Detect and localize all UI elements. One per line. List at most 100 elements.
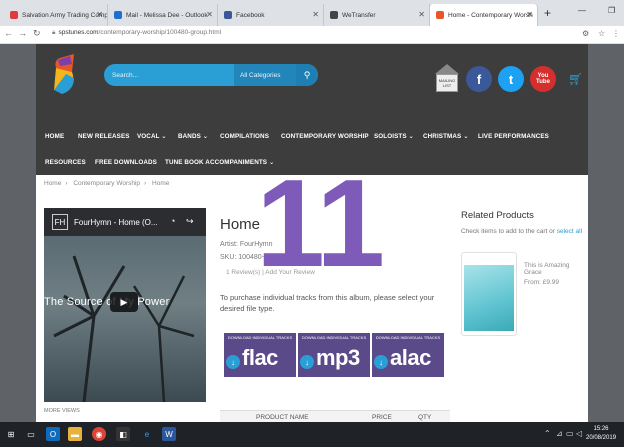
nav-soloists[interactable]: SOLOISTS ⌄ (374, 133, 414, 140)
category-select[interactable]: All Categories (234, 64, 296, 86)
download-label: DOWNLOAD INDIVIDUAL TRACKS (301, 335, 367, 340)
nav-contemporary-worship[interactable]: CONTEMPORARY WORSHIP (281, 133, 369, 140)
select-all-link[interactable]: select all (557, 228, 582, 235)
new-tab-button[interactable]: + (544, 6, 551, 20)
chevron-down-icon: ⌄ (408, 133, 414, 140)
salvation-army-favicon-icon (10, 11, 18, 19)
video-player[interactable]: FH FourHymn - Home (O... ◔ ↪ The Source … (44, 208, 206, 402)
tab-label: Facebook (236, 11, 265, 19)
share-icon[interactable]: ↪ (186, 216, 194, 227)
download-arrow-icon: ↓ (226, 355, 240, 369)
channel-logo[interactable]: FH (52, 214, 68, 230)
minimize-icon[interactable]: — (578, 6, 586, 15)
video-title[interactable]: FourHymn - Home (O... (74, 218, 158, 227)
back-icon[interactable]: ← (4, 28, 13, 38)
search-bar: All Categories ⚲ (104, 64, 318, 86)
volume-icon[interactable]: ◁ (576, 429, 582, 438)
windows-start-icon[interactable]: ⊞ (4, 427, 18, 441)
close-icon[interactable]: ✕ (526, 10, 533, 19)
close-icon[interactable]: ✕ (312, 10, 319, 19)
close-icon[interactable]: ✕ (96, 10, 103, 19)
chevron-down-icon: ⌄ (463, 133, 469, 140)
download-label: DOWNLOAD INDIVIDUAL TRACKS (227, 335, 293, 340)
outlook-app-icon[interactable]: O (46, 427, 60, 441)
breadcrumb-contemporary-worship[interactable]: Contemporary Worship (73, 180, 140, 187)
format-label: mp3 (316, 345, 360, 370)
nav-bands-label: BANDS (178, 133, 201, 140)
tab-label: Salvation Army Trading Comp (22, 11, 108, 19)
close-icon[interactable]: ✕ (418, 10, 425, 19)
file-explorer-icon[interactable]: ▬ (68, 427, 82, 441)
facebook-icon[interactable]: f (466, 66, 492, 92)
reload-icon[interactable]: ↻ (33, 28, 41, 39)
breadcrumb-current: Home (152, 180, 170, 187)
chrome-icon[interactable]: ◉ (92, 427, 106, 441)
related-subtitle-text: Check items to add to the cart or (461, 228, 555, 235)
extension-icon[interactable]: ⚙ (582, 29, 589, 38)
play-icon: ▶ (120, 296, 128, 307)
nav-christmas-label: CHRISTMAS (423, 133, 462, 140)
restore-icon[interactable]: ❐ (608, 6, 615, 15)
related-product-name[interactable]: This is Amazing Grace (524, 262, 588, 276)
bookmark-star-icon[interactable]: ☆ (598, 29, 605, 38)
outlook-icon (114, 11, 122, 19)
nav-new-releases[interactable]: NEW RELEASES (78, 133, 130, 140)
store-icon[interactable]: ◧ (116, 427, 130, 441)
download-arrow-icon: ↓ (300, 355, 314, 369)
format-label: flac (242, 345, 278, 370)
url-path: /contemporary-worship/100480-group.html (98, 29, 222, 36)
twitter-icon[interactable]: t (498, 66, 524, 92)
nav-resources[interactable]: RESOURCES (45, 159, 86, 166)
download-flac-button[interactable]: DOWNLOAD INDIVIDUAL TRACKS ↓ flac (224, 333, 296, 377)
nav-home[interactable]: HOME (45, 133, 64, 140)
url-field[interactable]: 🔒︎ spstunes.com/contemporary-worship/1004… (52, 29, 221, 37)
spstunes-logo-icon[interactable] (52, 52, 76, 96)
youtube-icon[interactable]: You Tube (530, 66, 556, 92)
tab-spstunes-active[interactable]: Home - Contemporary Worsh ✕ (430, 4, 538, 26)
download-mp3-button[interactable]: DOWNLOAD INDIVIDUAL TRACKS ↓ mp3 (298, 333, 370, 377)
nav-live-performances[interactable]: LIVE PERFORMANCES (478, 133, 549, 140)
breadcrumb-home[interactable]: Home (44, 180, 61, 187)
related-product-card[interactable] (461, 252, 517, 336)
nav-bands[interactable]: BANDS ⌄ (178, 133, 208, 140)
tab-label: WeTransfer (342, 11, 376, 19)
cart-icon[interactable]: 🛒︎ (568, 72, 583, 86)
tab-salvation-army[interactable]: Salvation Army Trading Comp ✕ (4, 4, 108, 26)
chevron-right-icon: › (144, 180, 147, 187)
chevron-up-icon[interactable]: ⌃ (544, 429, 551, 438)
menu-dots-icon[interactable]: ⋮ (612, 29, 620, 38)
site-header: All Categories ⚲ MAILING LIST f t You Tu… (36, 44, 588, 119)
mailing-list-icon[interactable]: MAILING LIST (434, 64, 460, 94)
search-button[interactable]: ⚲ (296, 64, 318, 86)
battery-icon[interactable]: ▭ (566, 429, 574, 438)
format-label: alac (390, 345, 431, 370)
forward-icon[interactable]: → (18, 28, 27, 38)
search-icon: ⚲ (303, 69, 311, 80)
download-alac-button[interactable]: DOWNLOAD INDIVIDUAL TRACKS ↓ alac (372, 333, 444, 377)
task-view-icon[interactable]: ▭ (24, 427, 38, 441)
word-icon[interactable]: W (162, 427, 176, 441)
nav-free-downloads[interactable]: FREE DOWNLOADS (95, 159, 157, 166)
video-thumbnail (44, 236, 206, 402)
nav-compilations[interactable]: COMPILATIONS (220, 133, 269, 140)
wetransfer-icon (330, 11, 338, 19)
network-icon[interactable]: ⊿ (556, 429, 563, 438)
search-input[interactable] (112, 68, 232, 82)
chevron-down-icon: ⌄ (202, 133, 209, 140)
more-views-label: MORE VIEWS (44, 408, 80, 414)
play-button[interactable]: ▶ (110, 292, 138, 312)
facebook-favicon-icon (224, 11, 232, 19)
tab-strip: Salvation Army Trading Comp ✕ Mail - Mel… (0, 0, 624, 26)
download-arrow-icon: ↓ (374, 355, 388, 369)
system-clock[interactable]: 15:26 20/08/2019 (586, 425, 616, 443)
nav-christmas[interactable]: CHRISTMAS ⌄ (423, 133, 469, 140)
tab-facebook[interactable]: Facebook ✕ (218, 4, 324, 26)
close-icon[interactable]: ✕ (206, 10, 213, 19)
tab-outlook[interactable]: Mail - Melissa Dee - Outlook ✕ (108, 4, 218, 26)
tab-wetransfer[interactable]: WeTransfer ✕ (324, 4, 430, 26)
nav-vocal[interactable]: VOCAL ⌄ (137, 133, 167, 140)
edge-icon[interactable]: e (140, 427, 154, 441)
breadcrumb: Home › Contemporary Worship › Home (44, 180, 173, 187)
col-product-name: PRODUCT NAME (256, 414, 309, 421)
clock-icon[interactable]: ◔ (170, 216, 175, 226)
